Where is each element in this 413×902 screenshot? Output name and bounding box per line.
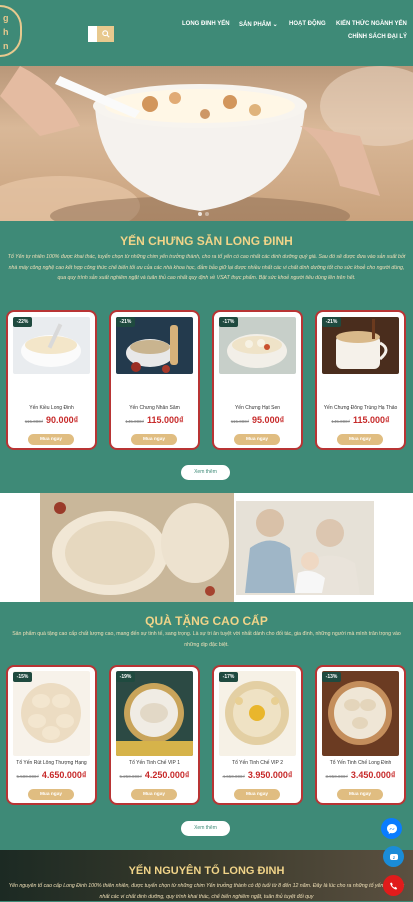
product-name[interactable]: Yến Chưng Hạt Sen <box>214 405 301 411</box>
logo[interactable]: g h n <box>0 5 22 57</box>
buy-now-button[interactable]: Mua ngay <box>28 434 74 445</box>
product-price: 115.000₫ 90.000₫ <box>8 415 95 425</box>
sale-price: 90.000₫ <box>46 415 79 425</box>
sale-price: 95.000₫ <box>252 415 285 425</box>
nav-item-san-pham[interactable]: SẢN PHẨM ⌄ <box>239 21 278 28</box>
nav-item-kien-thuc[interactable]: KIẾN THỨC NGÀNH YẾN <box>336 21 407 27</box>
product-card[interactable]: -15% Tổ Yến Rút Lông Thượng Hạng 5.500.0… <box>6 665 97 805</box>
old-price: 145.000₫ <box>125 419 144 424</box>
nav-label: SẢN PHẨM <box>239 22 272 28</box>
buy-now-button[interactable]: Mua ngay <box>131 789 177 800</box>
section-description: Yến nguyên tổ cao cấp Long Đinh 100% thi… <box>8 883 405 900</box>
section-title: QUÀ TẶNG CAO CẤP <box>145 614 268 628</box>
product-name[interactable]: Yến Chưng Nhân Sâm <box>111 405 198 411</box>
zalo-button[interactable]: Z <box>383 846 404 867</box>
product-image[interactable] <box>322 671 399 756</box>
sale-price: 3.450.000₫ <box>350 770 396 780</box>
logo-text: g <box>3 13 9 23</box>
product-card[interactable]: -21% Yến Chưng Nhân Sâm 145.000₫ 115.000₫… <box>109 310 200 450</box>
section-title: YẾN CHƯNG SẴN LONG ĐINH <box>120 234 293 248</box>
view-more-button[interactable]: Xem thêm <box>181 821 230 836</box>
sale-price: 3.950.000₫ <box>247 770 293 780</box>
site-header: g h n LONG ĐINH YẾN SẢN PHẨM ⌄ HOẠT ĐỘNG… <box>0 0 413 66</box>
messenger-icon <box>386 823 397 834</box>
whole-nest-section: YẾN NGUYÊN TỔ LONG ĐINH Yến nguyên tổ ca… <box>0 850 413 901</box>
feature-images <box>40 493 374 602</box>
search-input[interactable] <box>88 26 97 42</box>
old-price: 3.950.000₫ <box>325 774 348 779</box>
buy-now-button[interactable]: Mua ngay <box>28 789 74 800</box>
nav-item-long-dinh-yen[interactable]: LONG ĐINH YẾN <box>182 21 230 27</box>
discount-badge: -21% <box>116 317 135 327</box>
product-name[interactable]: Tổ Yến Tinh Chế VIP 2 <box>214 760 301 766</box>
product-name[interactable]: Tổ Yến Tinh Chế Long Đinh <box>317 760 404 766</box>
steamed-nest-section: YẾN CHƯNG SẴN LONG ĐINH Tổ Yến tự nhiên … <box>0 221 413 493</box>
product-price: 5.250.000₫ 4.250.000₫ <box>111 770 198 780</box>
hero-image <box>0 66 413 221</box>
buy-now-button[interactable]: Mua ngay <box>131 434 177 445</box>
product-card[interactable]: -19% Tổ Yến Tinh Chế VIP 1 5.250.000₫ 4.2… <box>109 665 200 805</box>
product-image[interactable] <box>219 671 296 756</box>
discount-badge: -22% <box>13 317 32 327</box>
messenger-button[interactable] <box>381 818 402 839</box>
product-price: 115.000₫ 95.000₫ <box>214 415 301 425</box>
premium-gift-section: QUÀ TẶNG CAO CẤP Sản phẩm quà tặng cao c… <box>0 602 413 850</box>
phone-button[interactable] <box>383 875 404 896</box>
nav-item-chinh-sach[interactable]: CHÍNH SÁCH ĐẠI LÝ <box>348 34 407 40</box>
product-price: 4.650.000₫ 3.950.000₫ <box>214 770 301 780</box>
search-button[interactable] <box>97 26 114 42</box>
sale-price: 115.000₫ <box>352 415 390 425</box>
product-price: 145.000₫ 115.000₫ <box>111 415 198 425</box>
discount-badge: -19% <box>116 672 135 682</box>
zalo-icon: Z <box>389 853 398 860</box>
nav-item-hoat-dong[interactable]: HOẠT ĐỘNG <box>289 21 326 27</box>
logo-text: n <box>3 41 9 51</box>
sale-price: 4.250.000₫ <box>144 770 190 780</box>
buy-now-button[interactable]: Mua ngay <box>234 434 280 445</box>
discount-badge: -17% <box>219 317 238 327</box>
product-price: 3.950.000₫ 3.450.000₫ <box>317 770 404 780</box>
old-price: 145.000₫ <box>331 419 350 424</box>
discount-badge: -15% <box>13 672 32 682</box>
product-price: 5.500.000₫ 4.650.000₫ <box>8 770 95 780</box>
sale-price: 4.650.000₫ <box>41 770 87 780</box>
product-price: 145.000₫ 115.000₫ <box>317 415 404 425</box>
product-card[interactable]: -21% Yến Chưng Đông Trùng Hạ Thảo 145.00… <box>315 310 406 450</box>
discount-badge: -21% <box>322 317 341 327</box>
old-price: 115.000₫ <box>230 419 250 424</box>
discount-badge: -13% <box>322 672 341 682</box>
old-price: 5.250.000₫ <box>119 774 142 779</box>
old-price: 4.650.000₫ <box>222 774 245 779</box>
buy-now-button[interactable]: Mua ngay <box>337 434 383 445</box>
product-card[interactable]: -17% Tổ Yến Tinh Chế VIP 2 4.650.000₫ 3.9… <box>212 665 303 805</box>
old-price: 5.500.000₫ <box>16 774 39 779</box>
view-more-button[interactable]: Xem thêm <box>181 465 230 480</box>
old-price: 115.000₫ <box>24 419 44 424</box>
buy-now-button[interactable]: Mua ngay <box>337 789 383 800</box>
product-card[interactable]: -17% Yến Chưng Hạt Sen 115.000₫ 95.000₫ M… <box>212 310 303 450</box>
buy-now-button[interactable]: Mua ngay <box>234 789 280 800</box>
hero-banner <box>0 66 413 221</box>
product-card[interactable]: -13% Tổ Yến Tinh Chế Long Đinh 3.950.000… <box>315 665 406 805</box>
discount-badge: -17% <box>219 672 238 682</box>
product-name[interactable]: Tổ Yến Tinh Chế VIP 1 <box>111 760 198 766</box>
phone-icon <box>389 882 397 889</box>
sale-price: 115.000₫ <box>146 415 184 425</box>
product-name[interactable]: Yến Chưng Đông Trùng Hạ Thảo <box>317 405 404 411</box>
product-image[interactable] <box>13 671 90 756</box>
product-name[interactable]: Yến Kiều Long Đinh <box>8 405 95 411</box>
product-image[interactable] <box>116 671 193 756</box>
logo-text: h <box>3 27 9 37</box>
feature-images-band <box>0 493 413 602</box>
search-box[interactable] <box>88 26 114 42</box>
search-icon <box>101 30 110 38</box>
chevron-down-icon: ⌄ <box>271 22 278 28</box>
section-title: YẾN NGUYÊN TỔ LONG ĐINH <box>128 865 285 877</box>
section-description: Sản phẩm quà tặng cao cấp chất lượng cao… <box>12 631 401 648</box>
product-name[interactable]: Tổ Yến Rút Lông Thượng Hạng <box>8 760 95 766</box>
product-card[interactable]: -22% Yến Kiều Long Đinh 115.000₫ 90.000₫ … <box>6 310 97 450</box>
section-description: Tổ Yến tự nhiên 100% được khai thác, tuy… <box>7 254 406 281</box>
